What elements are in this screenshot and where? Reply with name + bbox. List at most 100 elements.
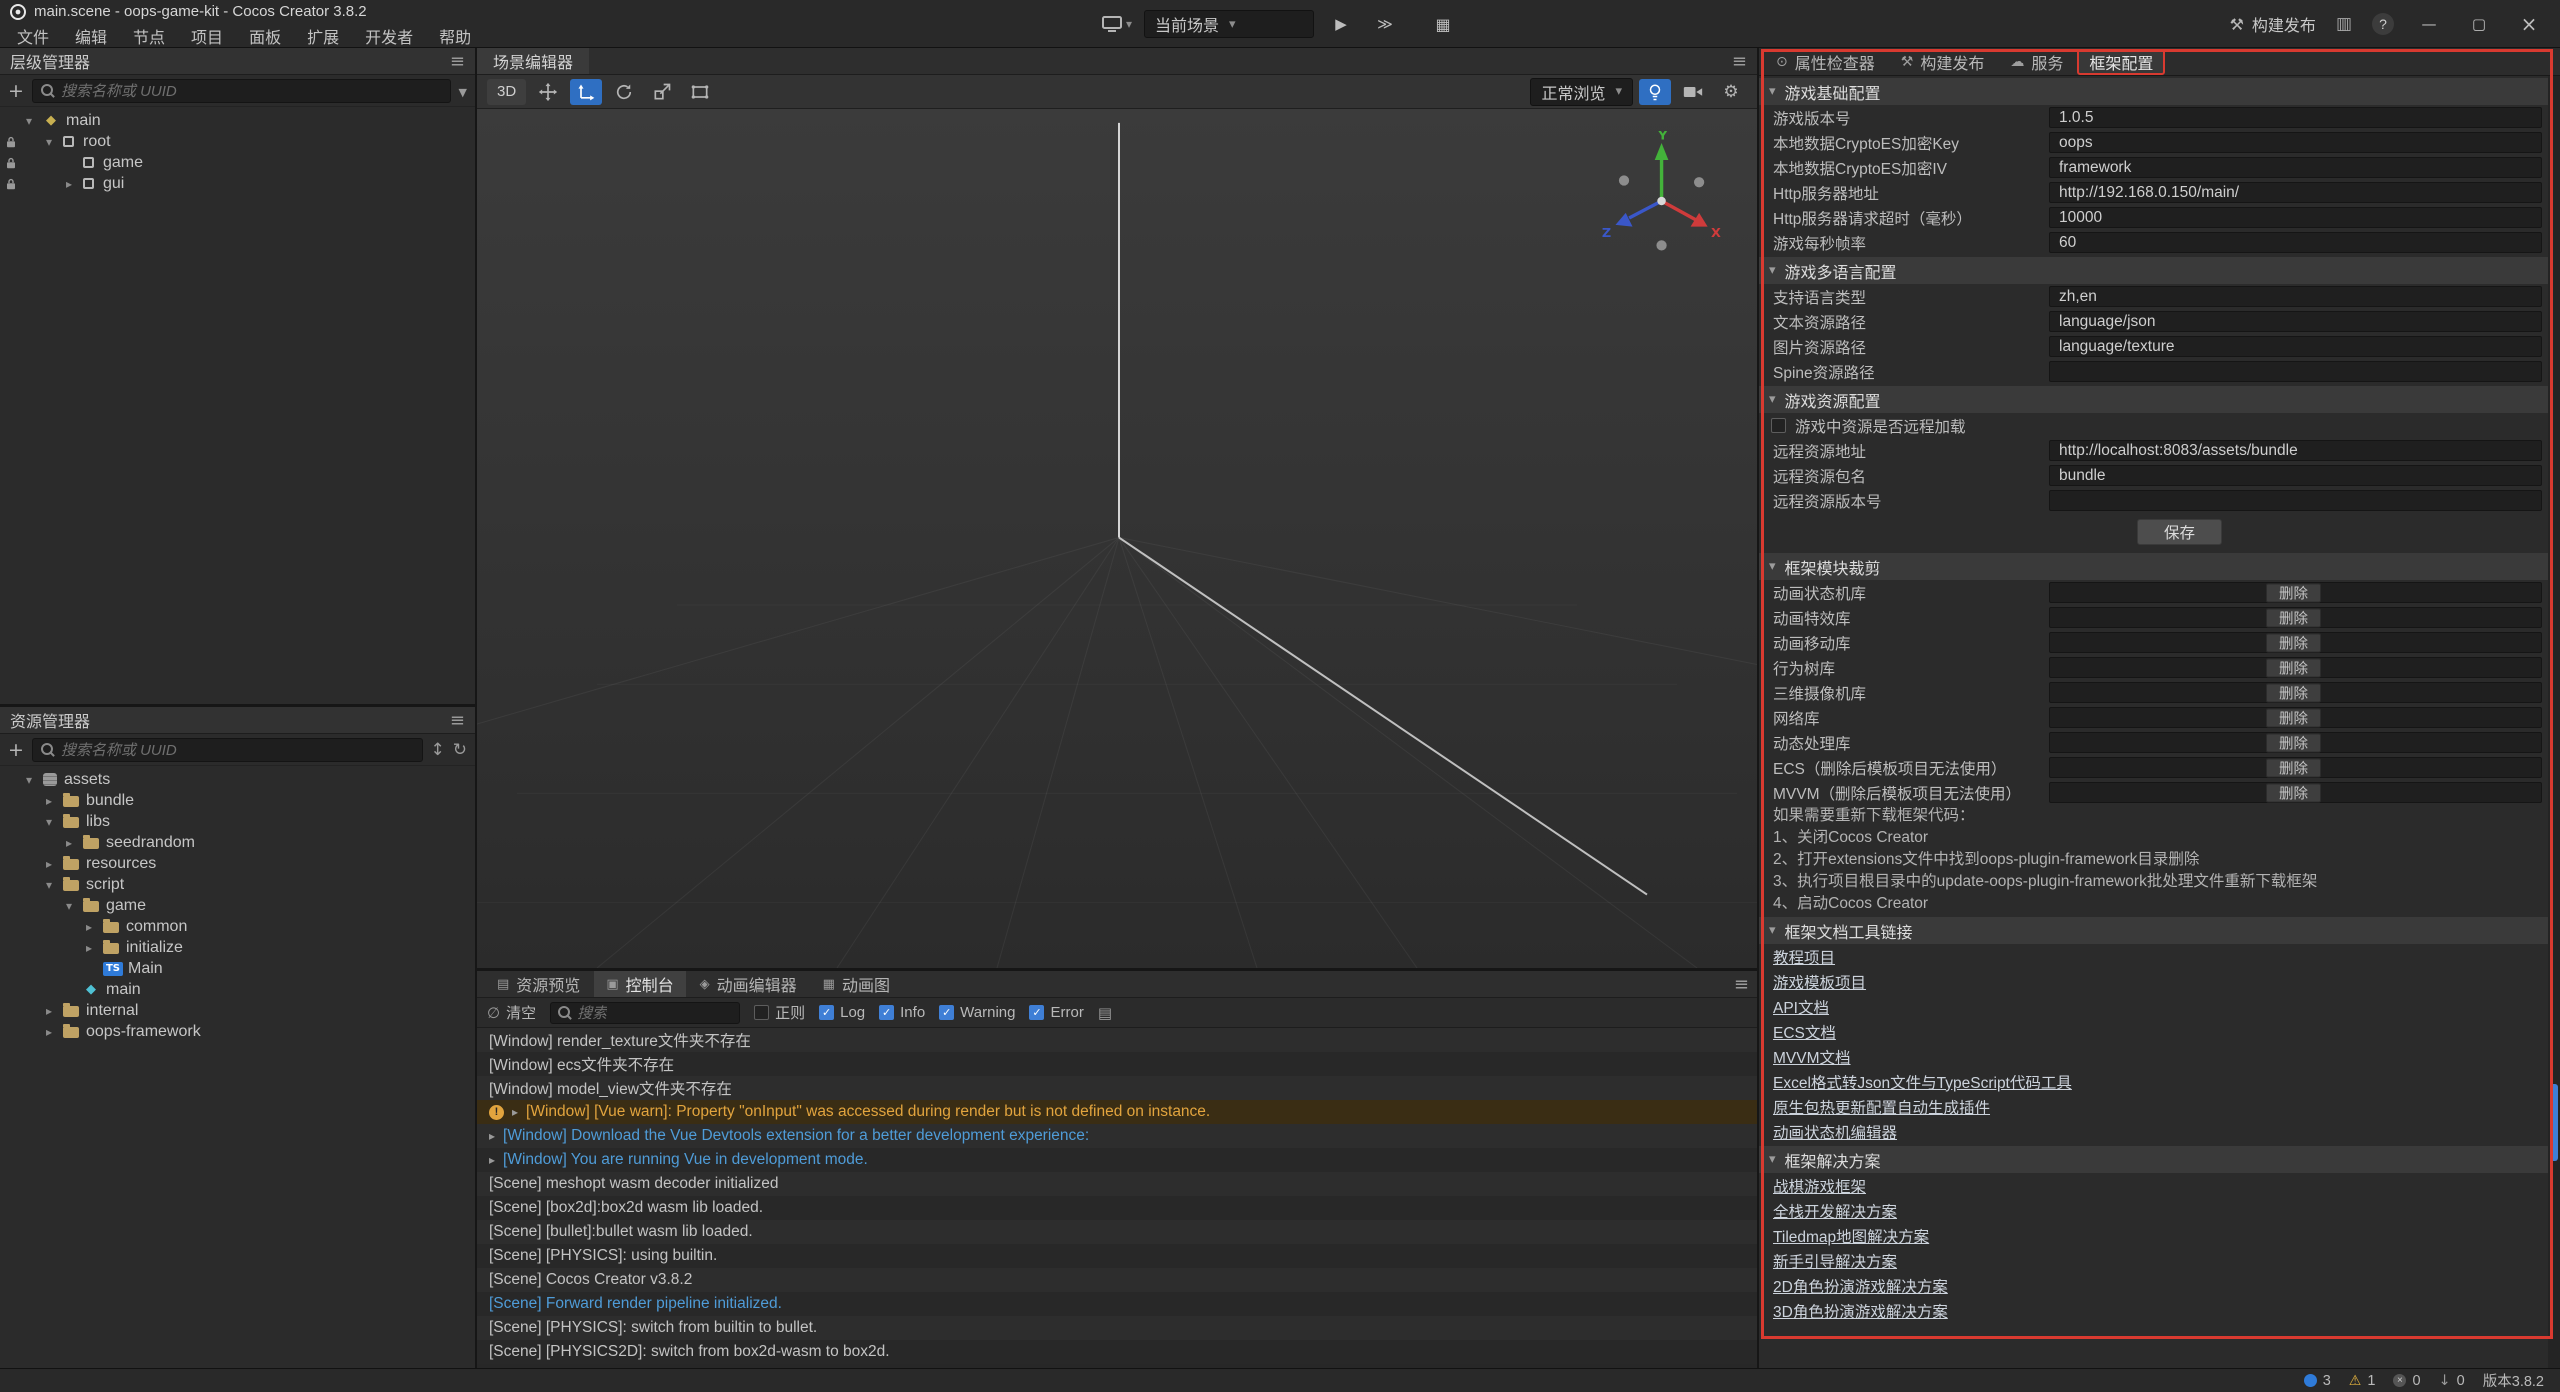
help-icon[interactable]: ? (2372, 13, 2394, 35)
tree-item[interactable]: bundle (0, 790, 475, 811)
expand-caret-icon[interactable]: ▸ (489, 1129, 495, 1143)
caret-icon[interactable] (46, 1025, 63, 1039)
doc-link[interactable]: 教程项目 (1773, 946, 1835, 968)
log-row[interactable]: ! ▸ [Scene] [bullet]:bullet wasm lib loa… (477, 1220, 1757, 1244)
text-input[interactable]: http://localhost:8083/assets/bundle (2049, 440, 2542, 461)
doc-link[interactable]: Excel格式转Json文件与TypeScript代码工具 (1773, 1071, 2072, 1093)
log-row[interactable]: ! ▸ [Window] ecs文件夹不存在 (477, 1052, 1757, 1076)
log-row[interactable]: ! ▸ [Scene] Cocos Creator v3.8.2 (477, 1268, 1757, 1292)
caret-icon[interactable] (86, 920, 103, 934)
console-tab[interactable]: 动画编辑器 (688, 971, 809, 997)
tree-item[interactable]: game (0, 152, 475, 173)
menu-item[interactable]: 编辑 (62, 24, 120, 48)
caret-icon[interactable] (46, 878, 63, 892)
tree-item[interactable]: root (0, 131, 475, 152)
delete-button[interactable]: 删除 (2266, 708, 2321, 727)
add-node-button[interactable] (8, 80, 24, 102)
text-input[interactable]: 1.0.5 (2049, 107, 2542, 128)
regex-toggle[interactable]: 正则 (754, 1002, 805, 1023)
caret-icon[interactable] (86, 941, 103, 955)
doc-link[interactable]: API文档 (1773, 996, 1829, 1018)
tree-item[interactable]: Main (0, 958, 475, 979)
solution-link[interactable]: 全栈开发解决方案 (1773, 1200, 1897, 1222)
delete-button[interactable]: 删除 (2266, 783, 2321, 802)
log-row[interactable]: ! ▸ [Scene] Forward render pipeline init… (477, 1292, 1757, 1316)
report-icon[interactable] (1098, 1004, 1112, 1022)
menu-item[interactable]: 文件 (4, 24, 62, 48)
scene-editor-tab[interactable]: 场景编辑器 (477, 48, 589, 74)
camera-view-button[interactable] (1677, 79, 1709, 105)
tree-item[interactable]: common (0, 916, 475, 937)
minimize-button[interactable] (2414, 9, 2444, 39)
caret-icon[interactable] (66, 836, 83, 850)
delete-button[interactable]: 删除 (2266, 658, 2321, 677)
add-asset-button[interactable] (8, 739, 24, 761)
build-publish-button[interactable]: 构建发布 (2230, 12, 2316, 36)
doc-link[interactable]: ECS文档 (1773, 1021, 1836, 1043)
console-tab[interactable]: 控制台 (594, 971, 685, 997)
text-input[interactable]: oops (2049, 132, 2542, 153)
translate-tool-button[interactable] (570, 79, 602, 105)
tree-item[interactable]: script (0, 874, 475, 895)
log-row[interactable]: ! ▸ [Scene] [box2d]:box2d wasm lib loade… (477, 1196, 1757, 1220)
doc-link[interactable]: MVVM文档 (1773, 1046, 1851, 1068)
log-row[interactable]: ! ▸ [Window] render_texture文件夹不存在 (477, 1028, 1757, 1052)
section-header-docs[interactable]: 框架文档工具链接 (1759, 917, 2548, 944)
rect-tool-button[interactable] (684, 79, 716, 105)
filter-icon[interactable] (459, 81, 467, 101)
remote-load-checkbox[interactable] (1771, 418, 1786, 433)
log-row[interactable]: ! ▸ [Scene] [PHYSICS2D]: switch from box… (477, 1340, 1757, 1364)
caret-icon[interactable] (66, 899, 83, 913)
panel-menu-icon[interactable] (450, 51, 465, 72)
axis-gizmo[interactable]: Y X Z (1595, 131, 1723, 259)
menu-item[interactable]: 帮助 (426, 24, 484, 48)
tree-item[interactable]: resources (0, 853, 475, 874)
log-row[interactable]: ! ▸ [Scene] [PHYSICS]: using builtin. (477, 1244, 1757, 1268)
scale-tool-button[interactable] (646, 79, 678, 105)
section-header-language[interactable]: 游戏多语言配置 (1759, 257, 2548, 284)
text-input[interactable] (2049, 490, 2542, 511)
light-toggle-button[interactable] (1639, 79, 1671, 105)
maximize-button[interactable] (2464, 9, 2494, 39)
section-header-basic[interactable]: 游戏基础配置 (1759, 78, 2548, 105)
menu-item[interactable]: 项目 (178, 24, 236, 48)
doc-link[interactable]: 游戏模板项目 (1773, 971, 1866, 993)
preview-platform-button[interactable]: ▾ (1100, 9, 1134, 39)
inspector-tab[interactable]: 框架配置 (2078, 50, 2164, 74)
layout-grid-icon[interactable]: ▦ (1426, 9, 1460, 39)
save-button[interactable]: 保存 (2137, 519, 2222, 545)
log-row[interactable]: ! ▸ [Scene] [PHYSICS]: switch from built… (477, 1316, 1757, 1340)
text-input[interactable]: framework (2049, 157, 2542, 178)
scrollbar[interactable] (2548, 76, 2560, 1368)
text-input[interactable]: zh,en (2049, 286, 2542, 307)
solution-link[interactable]: 战棋游戏框架 (1773, 1175, 1866, 1197)
dimension-toggle[interactable]: 3D (487, 79, 526, 105)
tree-item[interactable]: oops-framework (0, 1021, 475, 1042)
text-input[interactable]: language/texture (2049, 336, 2542, 357)
delete-button[interactable]: 删除 (2266, 733, 2321, 752)
text-input[interactable]: 10000 (2049, 207, 2542, 228)
log-row[interactable]: ! ▸ [Window] Download the Vue Devtools e… (477, 1124, 1757, 1148)
solution-link[interactable]: 3D角色扮演游戏解决方案 (1773, 1300, 1948, 1322)
package-icon[interactable] (2336, 14, 2352, 34)
scene-viewport[interactable]: Y X Z (477, 109, 1757, 968)
message-count[interactable]: 3 (2304, 1373, 2331, 1389)
console-tab[interactable]: 资源预览 (485, 971, 592, 997)
log-row[interactable]: ! ▸ [Scene] meshopt wasm decoder initial… (477, 1172, 1757, 1196)
caret-icon[interactable] (46, 815, 63, 829)
scene-select[interactable]: 当前场景 (1144, 10, 1314, 38)
inspector-tab[interactable]: 属性检查器 (1765, 50, 1886, 74)
log-level-filter[interactable]: Info (879, 1004, 925, 1021)
text-input[interactable]: language/json (2049, 311, 2542, 332)
solution-link[interactable]: Tiledmap地图解决方案 (1773, 1225, 1929, 1247)
log-level-filter[interactable]: Warning (939, 1004, 1015, 1021)
section-header-modules[interactable]: 框架模块裁剪 (1759, 553, 2548, 580)
inspector-tab[interactable]: 服务 (1999, 50, 2074, 74)
text-input[interactable]: http://192.168.0.150/main/ (2049, 182, 2542, 203)
lock-icon[interactable] (5, 178, 17, 190)
scrollbar-thumb[interactable] (2550, 1084, 2558, 1162)
lock-icon[interactable] (5, 136, 17, 148)
tree-item[interactable]: assets (0, 769, 475, 790)
tree-item[interactable]: game (0, 895, 475, 916)
panel-menu-icon[interactable] (450, 710, 465, 731)
